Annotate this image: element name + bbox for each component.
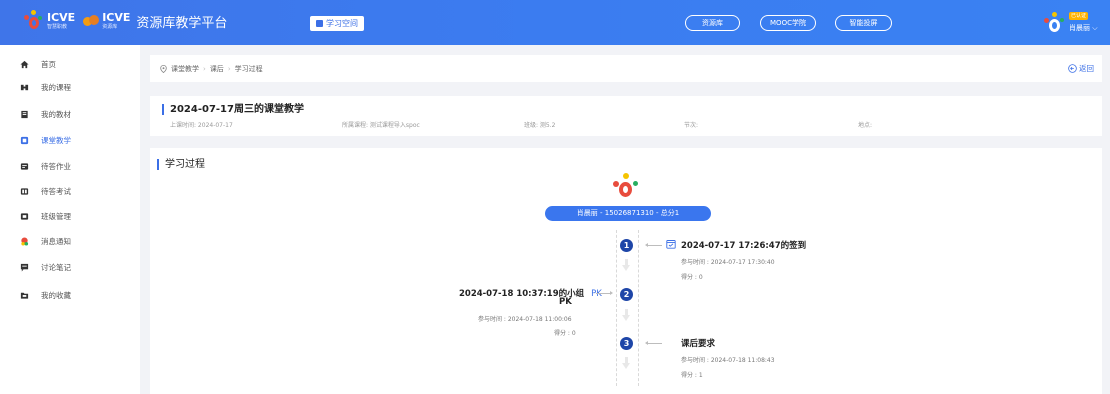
back-button[interactable]: 返回 xyxy=(1068,63,1094,74)
process-title: 学习过程 xyxy=(157,159,205,170)
down-arrow-icon xyxy=(622,309,631,321)
sidebar-item-class-management[interactable]: 班级管理 xyxy=(0,206,140,226)
sidebar-item-label: 首页 xyxy=(41,59,56,69)
sidebar-item-label: 课堂教学 xyxy=(41,135,71,145)
breadcrumb-separator-icon: › xyxy=(203,65,206,73)
book-icon xyxy=(21,110,28,118)
event-2-score: 得分 : 0 xyxy=(554,330,576,337)
icve-logo-icon xyxy=(22,10,44,32)
class-name: 班级: 测5.2 xyxy=(524,122,556,129)
timeline-node-2: 2 xyxy=(620,288,633,301)
top-header-bar: icve 智慧职教 icve 资源库 资源库教学平台 学习空间 资源库 MOOC… xyxy=(0,0,1110,45)
event-2-title[interactable]: 2024-07-18 10:37:19的小组 PK xyxy=(459,287,602,299)
classroom-icon xyxy=(20,136,29,144)
class-time: 上课时间: 2024-07-17 xyxy=(170,122,233,129)
sidebar-item-label: 我的收藏 xyxy=(41,290,71,300)
down-arrow-icon xyxy=(622,357,631,369)
event-1-score: 得分 : 0 xyxy=(681,274,703,281)
sidebar-item-discussions[interactable]: 讨论笔记 xyxy=(0,257,140,277)
sidebar-item-label: 消息通知 xyxy=(41,236,71,246)
chevron-down-icon: ⌵ xyxy=(1092,24,1098,32)
event-2-title-line2: PK xyxy=(559,297,572,307)
breadcrumb: 课堂教学 › 课后 › 学习过程 xyxy=(160,64,263,74)
sidebar-item-home[interactable]: 首页 xyxy=(0,54,140,74)
user-name: 肖晨丽 xyxy=(1069,24,1090,32)
arrow-left-icon xyxy=(645,243,662,247)
sidebar-item-label: 我的课程 xyxy=(41,82,71,92)
sidebar-item-courses[interactable]: 我的课程 xyxy=(0,77,140,97)
class-icon xyxy=(20,212,29,220)
user-avatar[interactable] xyxy=(1043,12,1065,34)
breadcrumb-learning-process: 学习过程 xyxy=(234,65,263,73)
study-space-button[interactable]: 学习空间 xyxy=(310,16,364,31)
breadcrumb-after-class[interactable]: 课后 xyxy=(210,64,224,74)
sidebar-item-textbooks[interactable]: 我的教材 xyxy=(0,104,140,124)
discussion-icon xyxy=(20,263,29,272)
brand-left-sub: 智慧职教 xyxy=(47,23,68,30)
user-name-dropdown[interactable]: 肖晨丽 ⌵ xyxy=(1069,23,1098,33)
breadcrumb-classroom[interactable]: 课堂教学 xyxy=(171,64,199,74)
event-1-title[interactable]: 2024-07-17 17:26:47的签到 xyxy=(681,239,806,251)
brand-right-text: icve xyxy=(102,10,131,24)
brand-left: icve 智慧职教 xyxy=(47,10,76,30)
sidebar-item-label: 我的教材 xyxy=(41,109,71,119)
check-in-calendar-icon xyxy=(666,240,676,249)
timeline-node-3: 3 xyxy=(620,337,633,350)
brand-right: icve 资源库 xyxy=(102,10,131,30)
course-icon xyxy=(20,84,29,90)
event-3-time: 参与时间 : 2024-07-18 11:08:43 xyxy=(681,357,775,364)
back-arrow-icon xyxy=(1068,64,1077,73)
student-score-pill: 肖晨丽 - 15026871310 - 总分1 xyxy=(545,206,711,221)
homework-icon xyxy=(20,162,29,170)
sidebar-item-label: 班级管理 xyxy=(41,211,71,221)
folder-icon xyxy=(20,292,29,299)
brand-left-text: icve xyxy=(47,10,76,24)
exam-icon xyxy=(20,187,29,195)
back-label: 返回 xyxy=(1079,64,1094,73)
lesson-info-card: 2024-07-17周三的课堂教学 上课时间: 2024-07-17 所属课程:… xyxy=(150,96,1102,136)
arrow-right-icon xyxy=(596,291,613,295)
sidebar-item-classroom[interactable]: 课堂教学 xyxy=(0,130,140,150)
learning-process-card: 学习过程 肖晨丽 - 15026871310 - 总分1 1 2024-07-1… xyxy=(150,148,1102,394)
event-2-time: 参与时间 : 2024-07-18 11:00:06 xyxy=(478,316,572,323)
pk-tag: PK xyxy=(591,289,602,299)
icve-logo-icon xyxy=(610,173,640,199)
lesson-title: 2024-07-17周三的课堂教学 xyxy=(162,104,304,115)
brand-right-sub: 资源库 xyxy=(102,23,118,30)
timeline-node-1: 1 xyxy=(620,239,633,252)
verified-badge: 已认证 xyxy=(1069,12,1089,20)
sidebar-item-exams[interactable]: 待答考试 xyxy=(0,181,140,201)
sidebar-item-homework[interactable]: 待答作业 xyxy=(0,156,140,176)
platform-title: 资源库教学平台 xyxy=(136,15,228,31)
timeline-right-line xyxy=(638,230,639,386)
breadcrumb-bar: 课堂教学 › 课后 › 学习过程 返回 xyxy=(150,55,1102,82)
home-icon xyxy=(20,60,29,68)
down-arrow-icon xyxy=(622,259,631,271)
event-3-score: 得分 : 1 xyxy=(681,372,703,379)
sidebar: 首页 我的课程 我的教材 课堂教学 待答作业 待答考试 班级管理 消息通知 讨论… xyxy=(0,45,140,394)
mooc-college-pill[interactable]: MOOC学院 xyxy=(760,15,816,31)
timeline-left-line xyxy=(616,230,617,386)
message-icon xyxy=(21,236,29,246)
sidebar-item-favorites[interactable]: 我的收藏 xyxy=(0,285,140,305)
arrow-left-icon xyxy=(645,341,662,345)
sidebar-item-label: 待答考试 xyxy=(41,186,71,196)
study-space-label: 学习空间 xyxy=(326,19,358,28)
location-pin-icon xyxy=(160,65,167,73)
sidebar-item-label: 待答作业 xyxy=(41,161,71,171)
sidebar-item-label: 讨论笔记 xyxy=(41,262,71,272)
course-name: 所属课程: 测试课程导入spoc xyxy=(342,122,420,129)
location: 地点: xyxy=(858,122,873,129)
sidebar-item-messages[interactable]: 消息通知 xyxy=(0,231,140,251)
resource-logo-icon xyxy=(83,13,100,29)
resource-library-pill[interactable]: 资源库 xyxy=(685,15,740,31)
event-1-time: 参与时间 : 2024-07-17 17:30:40 xyxy=(681,259,775,266)
study-space-icon xyxy=(316,20,323,27)
platform-logo-area[interactable]: icve 智慧职教 icve 资源库 资源库教学平台 xyxy=(22,10,227,32)
section-number: 节次: xyxy=(684,122,699,129)
smart-screen-pill[interactable]: 智能投屏 xyxy=(835,15,892,31)
breadcrumb-separator-icon: › xyxy=(227,65,231,73)
event-3-title[interactable]: 课后要求 xyxy=(681,337,715,349)
